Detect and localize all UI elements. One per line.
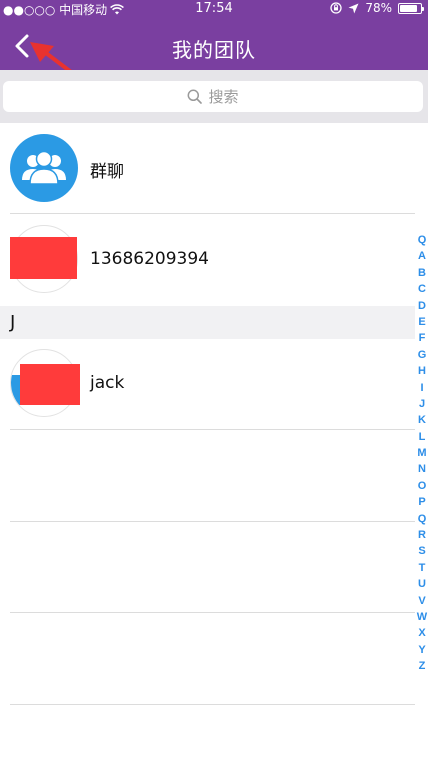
nav-bar: 我的团队	[0, 20, 428, 70]
jack-label: jack	[90, 373, 125, 393]
index-letter-b[interactable]: B	[416, 265, 428, 281]
index-letter-x[interactable]: X	[416, 625, 428, 641]
index-letter-z[interactable]: Z	[416, 658, 428, 674]
search-placeholder: 搜索	[208, 88, 239, 106]
status-right: 78%	[330, 1, 424, 15]
index-letter-k[interactable]: K	[416, 412, 428, 428]
page-title: 我的团队	[172, 38, 256, 62]
index-letter-l[interactable]: L	[416, 429, 428, 445]
index-letter-t[interactable]: T	[416, 560, 428, 576]
location-arrow-icon	[348, 3, 359, 13]
divider	[10, 704, 415, 705]
search-bar-container: 搜索	[0, 70, 428, 123]
top-bar: ●●○○○ 中国移动 17:54 78% 我的团队	[0, 0, 428, 70]
index-letter-c[interactable]: C	[416, 281, 428, 297]
index-letter-v[interactable]: V	[416, 593, 428, 609]
index-letter-w[interactable]: W	[416, 609, 428, 625]
divider	[10, 213, 415, 214]
index-letter-o[interactable]: O	[416, 478, 428, 494]
section-header-j: J	[0, 306, 415, 339]
index-letter-m[interactable]: M	[416, 445, 428, 461]
index-letter-j[interactable]: J	[416, 396, 428, 412]
index-letter-q[interactable]: Q	[416, 232, 428, 248]
redaction-block	[20, 364, 80, 405]
search-icon	[188, 89, 203, 104]
list-item-phone-contact[interactable]: 13686209394	[0, 215, 415, 306]
search-input[interactable]: 搜索	[3, 81, 423, 112]
divider	[10, 521, 415, 522]
index-letter-a[interactable]: A	[416, 248, 428, 264]
list-item-jack[interactable]: jack	[0, 339, 415, 430]
divider	[10, 612, 415, 613]
index-letter-e[interactable]: E	[416, 314, 428, 330]
list-item-group-chat[interactable]: 群聊	[0, 123, 415, 215]
index-letter-i[interactable]: I	[416, 380, 428, 396]
index-letter-p[interactable]: P	[416, 494, 428, 510]
index-letter-g[interactable]: G	[416, 347, 428, 363]
index-letter-u[interactable]: U	[416, 576, 428, 592]
group-chat-label: 群聊	[90, 162, 124, 182]
index-letter-y[interactable]: Y	[416, 642, 428, 658]
phone-contact-label: 13686209394	[90, 249, 209, 269]
alphabet-index[interactable]: QABCDEFGHIJKLMNOPQRSTUVWXYZ	[416, 232, 428, 675]
index-letter-q[interactable]: Q	[416, 511, 428, 527]
battery-percent: 78%	[365, 1, 392, 15]
index-letter-f[interactable]: F	[416, 330, 428, 346]
status-bar: ●●○○○ 中国移动 17:54 78%	[0, 0, 428, 18]
section-letter: J	[10, 312, 16, 333]
group-avatar	[10, 134, 78, 202]
redaction-block	[10, 237, 77, 279]
battery-icon	[398, 2, 424, 14]
rotation-lock-icon	[330, 2, 342, 14]
battery-fill	[400, 4, 418, 12]
index-letter-d[interactable]: D	[416, 298, 428, 314]
group-people-icon	[22, 150, 66, 185]
index-letter-n[interactable]: N	[416, 461, 428, 477]
index-letter-s[interactable]: S	[416, 543, 428, 559]
index-letter-h[interactable]: H	[416, 363, 428, 379]
index-letter-r[interactable]: R	[416, 527, 428, 543]
divider	[10, 429, 415, 430]
